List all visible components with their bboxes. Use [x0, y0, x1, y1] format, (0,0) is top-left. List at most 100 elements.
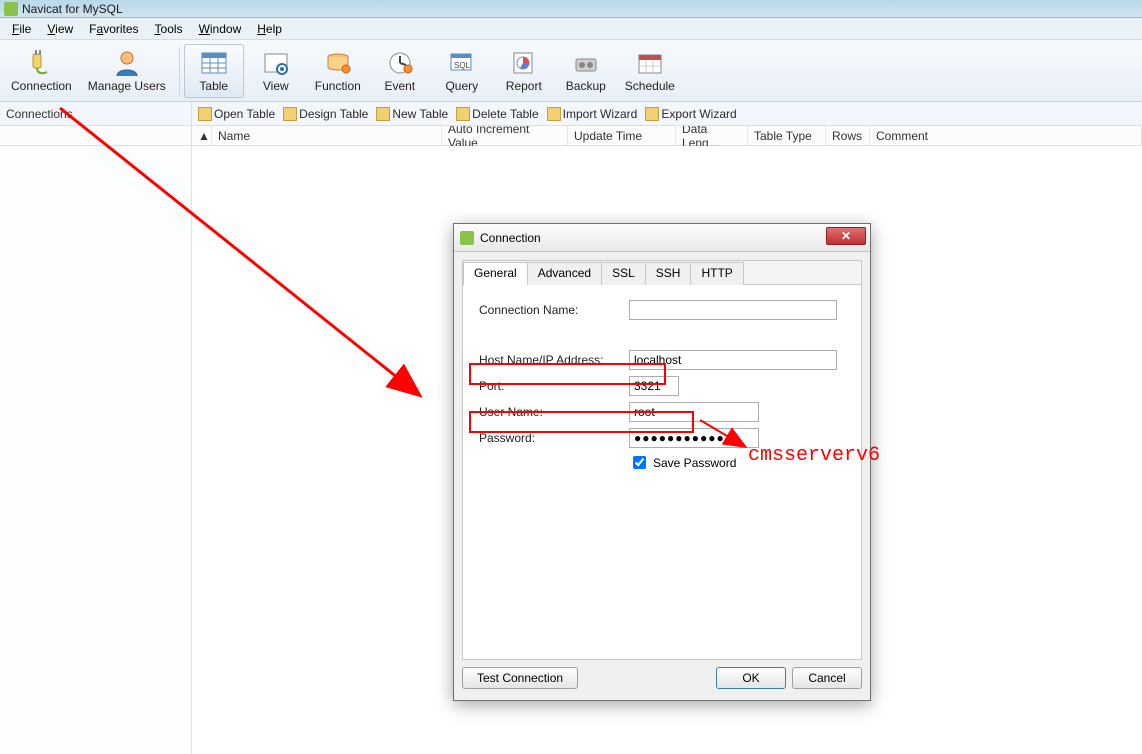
host-input[interactable] [629, 350, 837, 370]
query-icon: SQL [447, 49, 477, 77]
host-label: Host Name/IP Address: [479, 353, 629, 367]
user-icon [112, 49, 142, 77]
action-export-wizard-label: Export Wizard [661, 107, 736, 121]
tab-general-content: Connection Name: Host Name/IP Address: P… [463, 285, 861, 486]
toolbar-event[interactable]: Event [370, 44, 430, 98]
toolbar-table[interactable]: Table [184, 44, 244, 98]
menu-file[interactable]: File [4, 20, 39, 38]
col-data-length[interactable]: Data Leng... [676, 126, 748, 145]
action-delete-table-label: Delete Table [472, 107, 539, 121]
tab-general[interactable]: General [463, 262, 528, 285]
test-connection-button[interactable]: Test Connection [462, 667, 578, 689]
action-new-table[interactable]: New Table [376, 107, 448, 121]
action-delete-table[interactable]: Delete Table [456, 107, 539, 121]
event-icon [385, 49, 415, 77]
port-label: Port: [479, 379, 629, 393]
col-rows[interactable]: Rows [826, 126, 870, 145]
open-table-icon [198, 107, 212, 121]
user-label: User Name: [479, 405, 629, 419]
schedule-icon [635, 49, 665, 77]
action-design-table-label: Design Table [299, 107, 368, 121]
action-open-table[interactable]: Open Table [198, 107, 275, 121]
password-label: Password: [479, 431, 629, 445]
app-title: Navicat for MySQL [22, 2, 123, 16]
sidebar-header: Connections [0, 102, 192, 125]
dialog-body: General Advanced SSL SSH HTTP Connection… [462, 260, 862, 660]
svg-text:SQL: SQL [454, 61, 471, 70]
toolbar-schedule[interactable]: Schedule [618, 44, 682, 98]
export-wizard-icon [645, 107, 659, 121]
toolbar-connection-label: Connection [11, 79, 72, 93]
connection-dialog: Connection ✕ General Advanced SSL SSH HT… [453, 223, 871, 701]
menu-help[interactable]: Help [249, 20, 290, 38]
design-table-icon [283, 107, 297, 121]
dialog-title-bar[interactable]: Connection ✕ [454, 224, 870, 252]
menu-favorites[interactable]: Favorites [81, 20, 146, 38]
toolbar-query-label: Query [445, 79, 478, 93]
dialog-tabs: General Advanced SSL SSH HTTP [463, 261, 861, 285]
toolbar-table-label: Table [199, 79, 228, 93]
main-toolbar: Connection Manage Users Table View Funct… [0, 40, 1142, 102]
toolbar-connection[interactable]: Connection [4, 44, 79, 98]
toolbar-view[interactable]: View [246, 44, 306, 98]
col-update-time[interactable]: Update Time [568, 126, 676, 145]
tab-advanced[interactable]: Advanced [527, 262, 602, 285]
col-comment[interactable]: Comment [870, 126, 1142, 145]
action-import-wizard-label: Import Wizard [563, 107, 638, 121]
backup-icon [571, 49, 601, 77]
report-icon [509, 49, 539, 77]
password-input[interactable] [629, 428, 759, 448]
function-icon [323, 49, 353, 77]
toolbar-backup-label: Backup [566, 79, 606, 93]
action-open-table-label: Open Table [214, 107, 275, 121]
conn-name-input[interactable] [629, 300, 837, 320]
toolbar-report[interactable]: Report [494, 44, 554, 98]
toolbar-view-label: View [263, 79, 289, 93]
col-name[interactable]: Name [212, 126, 442, 145]
col-auto-increment[interactable]: Auto Increment Value [442, 126, 568, 145]
tab-ssh[interactable]: SSH [645, 262, 692, 285]
user-input[interactable] [629, 402, 759, 422]
dialog-footer: Test Connection OK Cancel [462, 664, 862, 692]
menu-bar: File View Favorites Tools Window Help [0, 18, 1142, 40]
delete-table-icon [456, 107, 470, 121]
toolbar-query[interactable]: SQL Query [432, 44, 492, 98]
menu-window[interactable]: Window [191, 20, 250, 38]
toolbar-event-label: Event [384, 79, 415, 93]
plug-icon [26, 49, 56, 77]
toolbar-separator [179, 47, 180, 95]
sidebar-header-label: Connections [6, 107, 73, 121]
toolbar-function-label: Function [315, 79, 361, 93]
port-input[interactable] [629, 376, 679, 396]
dialog-app-icon [460, 231, 474, 245]
sub-toolbar: Connections Open Table Design Table New … [0, 102, 1142, 126]
action-export-wizard[interactable]: Export Wizard [645, 107, 736, 121]
action-design-table[interactable]: Design Table [283, 107, 368, 121]
dialog-title: Connection [480, 231, 541, 245]
title-bar: Navicat for MySQL [0, 0, 1142, 18]
save-password-label: Save Password [653, 456, 736, 470]
table-icon [199, 49, 229, 77]
col-table-type[interactable]: Table Type [748, 126, 826, 145]
toolbar-manage-users[interactable]: Manage Users [81, 44, 173, 98]
toolbar-backup[interactable]: Backup [556, 44, 616, 98]
ok-button[interactable]: OK [716, 667, 786, 689]
app-icon [4, 2, 18, 16]
dialog-close-button[interactable]: ✕ [826, 227, 866, 245]
toolbar-manage-users-label: Manage Users [88, 79, 166, 93]
import-wizard-icon [547, 107, 561, 121]
cancel-button[interactable]: Cancel [792, 667, 862, 689]
save-password-checkbox[interactable] [633, 456, 646, 469]
menu-view[interactable]: View [39, 20, 81, 38]
toolbar-function[interactable]: Function [308, 44, 368, 98]
action-new-table-label: New Table [392, 107, 448, 121]
col-sort[interactable]: ▲ [192, 126, 212, 145]
menu-tools[interactable]: Tools [147, 20, 191, 38]
toolbar-schedule-label: Schedule [625, 79, 675, 93]
tab-ssl[interactable]: SSL [601, 262, 646, 285]
action-import-wizard[interactable]: Import Wizard [547, 107, 638, 121]
connections-panel[interactable] [0, 146, 192, 754]
table-headers: ▲ Name Auto Increment Value Update Time … [0, 126, 1142, 146]
view-icon [261, 49, 291, 77]
tab-http[interactable]: HTTP [690, 262, 743, 285]
